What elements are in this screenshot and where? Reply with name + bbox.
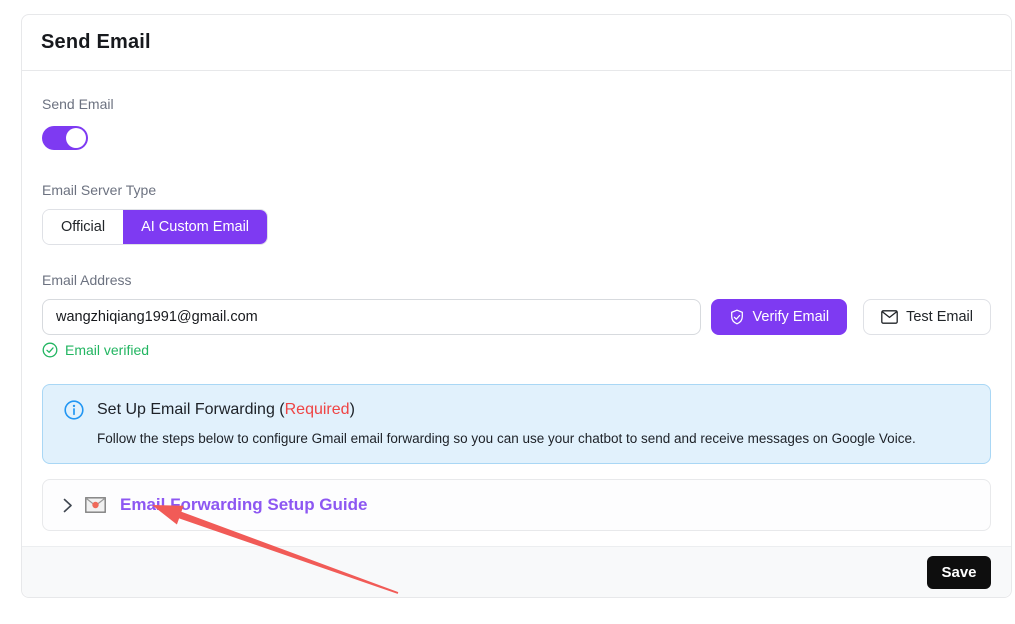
verify-email-label: Verify Email [753, 309, 830, 325]
toggle-knob-icon [66, 128, 86, 148]
required-text: Required [285, 401, 350, 418]
email-forwarding-info-box: Set Up Email Forwarding (Required) Follo… [42, 384, 991, 464]
server-type-label: Email Server Type [42, 182, 991, 199]
info-title-row: Set Up Email Forwarding (Required) [64, 400, 972, 420]
card-header: Send Email [22, 15, 1011, 71]
info-box-title: Set Up Email Forwarding (Required) [97, 401, 355, 419]
send-email-toggle[interactable] [42, 126, 88, 150]
send-email-label: Send Email [42, 96, 991, 113]
email-emoji-icon [85, 497, 106, 513]
test-email-label: Test Email [906, 309, 973, 325]
server-type-ai-custom-email-button[interactable]: AI Custom Email [123, 210, 267, 244]
email-verified-status: Email verified [42, 342, 991, 358]
test-email-button[interactable]: Test Email [863, 299, 991, 335]
page-title: Send Email [41, 31, 992, 54]
save-button[interactable]: Save [927, 556, 991, 589]
chevron-right-icon [63, 498, 73, 513]
verify-email-button[interactable]: Verify Email [711, 299, 848, 335]
email-address-row: Verify Email Test Email [42, 299, 991, 335]
envelope-icon [881, 310, 898, 324]
card-footer: Save [22, 546, 1011, 597]
email-verified-label: Email verified [65, 342, 149, 358]
send-email-card: Send Email Send Email Email Server Type … [21, 14, 1012, 598]
email-address-input[interactable] [42, 299, 701, 335]
shield-check-icon [729, 309, 745, 326]
email-address-label: Email Address [42, 272, 991, 289]
server-type-official-button[interactable]: Official [43, 210, 123, 244]
check-circle-icon [42, 342, 58, 358]
email-forwarding-guide-accordion[interactable]: Email Forwarding Setup Guide [42, 479, 991, 531]
card-body: Send Email Email Server Type Official AI… [22, 71, 1011, 546]
info-box-description: Follow the steps below to configure Gmai… [97, 431, 972, 446]
guide-title: Email Forwarding Setup Guide [120, 495, 367, 515]
server-type-segmented-control: Official AI Custom Email [42, 209, 268, 245]
info-circle-icon [64, 400, 84, 420]
